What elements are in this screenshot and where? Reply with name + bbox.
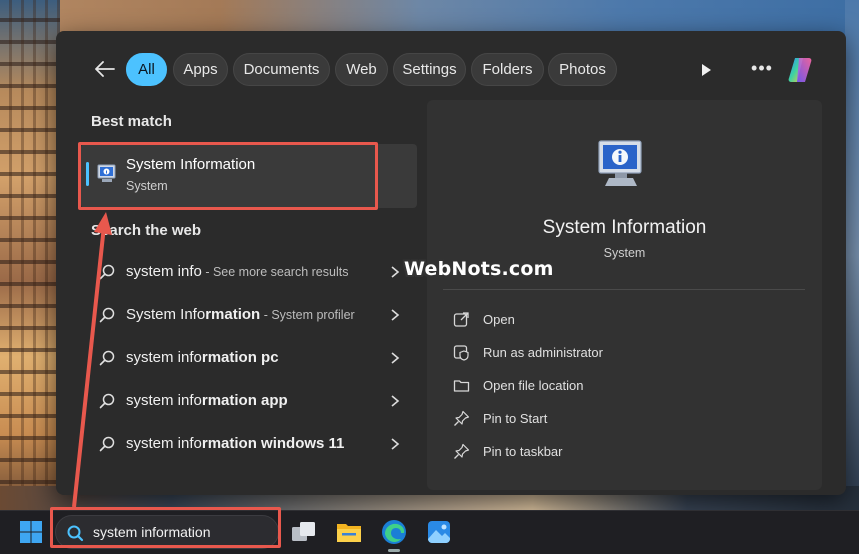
system-information-icon: [598, 140, 642, 186]
action-pin-to-start[interactable]: Pin to Start: [443, 405, 743, 433]
back-button[interactable]: [92, 57, 118, 81]
best-match-heading: Best match: [91, 113, 172, 130]
wallpaper-buildings: [0, 0, 60, 510]
filter-documents[interactable]: Documents: [233, 53, 330, 86]
search-icon: [99, 436, 115, 452]
best-match-subtitle: System: [126, 179, 168, 193]
preview-divider: [443, 289, 805, 290]
action-pin-to-taskbar[interactable]: Pin to taskbar: [443, 438, 743, 466]
action-open-file-location[interactable]: Open file location: [443, 372, 743, 400]
web-result-text: system information windows 11: [126, 435, 345, 452]
search-icon: [99, 350, 115, 366]
pin-icon: [454, 443, 470, 459]
action-open[interactable]: Open: [443, 306, 743, 334]
search-icon: [99, 393, 115, 409]
start-button[interactable]: [18, 519, 44, 545]
more-options-button[interactable]: •••: [748, 59, 776, 81]
chevron-right-icon: [391, 438, 400, 450]
action-label: Pin to taskbar: [483, 444, 563, 459]
filter-photos[interactable]: Photos: [548, 53, 617, 86]
play-icon: [702, 64, 711, 76]
selection-accent: [86, 162, 89, 186]
filter-bar: All Apps Documents Web Settings Folders …: [56, 31, 846, 107]
web-result-row[interactable]: system information app: [81, 381, 417, 421]
copilot-icon: [788, 58, 812, 82]
preview-pane: System Information System Open Run as ad…: [427, 100, 822, 490]
action-label: Pin to Start: [483, 411, 548, 426]
more-filters-button[interactable]: [697, 61, 715, 79]
web-result-row[interactable]: System Information - System profiler: [81, 295, 417, 335]
web-result-text: system information app: [126, 392, 288, 409]
shield-admin-icon: [453, 345, 469, 361]
wallpaper-edge: [845, 0, 859, 510]
chevron-right-icon: [391, 266, 400, 278]
action-label: Open: [483, 312, 515, 327]
filter-apps[interactable]: Apps: [173, 53, 228, 86]
windows-logo-icon: [20, 521, 42, 543]
taskbar-search-box[interactable]: system information: [55, 515, 279, 549]
web-result-text: system info - See more search results: [126, 263, 349, 280]
chevron-right-icon: [391, 352, 400, 364]
search-icon: [99, 307, 115, 323]
preview-title: System Information: [542, 217, 707, 238]
search-icon: [67, 525, 84, 542]
action-label: Run as administrator: [483, 345, 603, 360]
photos-icon: [428, 521, 450, 543]
task-view-icon: [292, 522, 315, 541]
edge-icon: [382, 520, 406, 544]
file-explorer-button[interactable]: [334, 517, 364, 547]
action-label: Open file location: [483, 378, 584, 393]
folder-icon: [453, 380, 470, 392]
edge-button[interactable]: [379, 517, 409, 552]
filter-settings[interactable]: Settings: [393, 53, 466, 86]
chevron-right-icon: [391, 395, 400, 407]
search-web-heading: Search the web: [91, 222, 202, 239]
web-result-row[interactable]: system information windows 11: [81, 424, 417, 464]
system-information-icon: [97, 164, 116, 182]
web-result-text: system information pc: [126, 349, 279, 366]
best-match-title: System Information: [126, 156, 256, 173]
web-result-row[interactable]: system info - See more search results: [81, 252, 417, 292]
search-input-value[interactable]: system information: [93, 524, 210, 540]
running-indicator: [388, 549, 400, 552]
task-view-button[interactable]: [289, 517, 319, 547]
watermark-text: WebNots.com: [404, 258, 554, 280]
open-external-icon: [453, 312, 469, 327]
best-match-item[interactable]: System Information System: [81, 144, 417, 208]
file-explorer-icon: [337, 524, 361, 542]
taskbar: system information: [0, 510, 859, 554]
chevron-right-icon: [391, 309, 400, 321]
filter-folders[interactable]: Folders: [471, 53, 544, 86]
copilot-button[interactable]: [785, 54, 817, 86]
search-icon: [99, 264, 115, 280]
arrow-left-icon: [95, 61, 115, 77]
photos-button[interactable]: [424, 517, 454, 547]
web-result-text: System Information - System profiler: [126, 306, 355, 323]
filter-all[interactable]: All: [126, 53, 167, 86]
web-result-row[interactable]: system information pc: [81, 338, 417, 378]
filter-web[interactable]: Web: [335, 53, 388, 86]
pin-icon: [454, 410, 470, 426]
action-run-as-administrator[interactable]: Run as administrator: [443, 339, 743, 367]
